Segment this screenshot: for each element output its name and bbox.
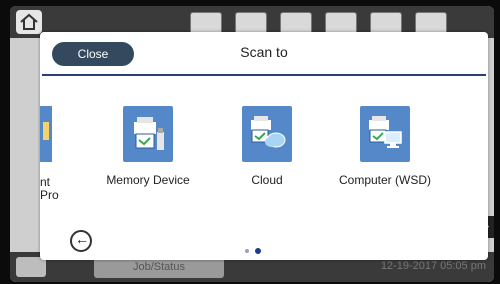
home-icon: [20, 13, 38, 30]
scan-option-cloud[interactable]: Cloud: [212, 106, 322, 187]
computer-wsd-tile[interactable]: [360, 106, 410, 162]
back-button[interactable]: ←: [70, 230, 92, 252]
dialog-header: Close Scan to: [40, 32, 488, 76]
pagination-dots: [245, 242, 267, 260]
datetime-label: 12-19-2017 05:05 pm: [380, 260, 486, 272]
back-arrow-icon: ←: [75, 231, 89, 247]
page-dot-2[interactable]: [255, 247, 261, 254]
phone-icon[interactable]: [16, 257, 46, 277]
memory-device-label: Memory Device: [106, 173, 190, 187]
printer-screen: ➜ Job/Status 12-19-2017 05:05 pm Close S…: [10, 6, 494, 282]
header-divider: [42, 74, 486, 76]
computer-icon: [369, 116, 402, 148]
memory-device-tile[interactable]: [123, 106, 173, 162]
home-button[interactable]: [16, 10, 42, 34]
cloud-tile[interactable]: [242, 106, 292, 162]
cloud-label: Cloud: [251, 173, 283, 187]
scan-option-memory-device[interactable]: Memory Device: [93, 106, 203, 187]
dialog-title: Scan to: [240, 44, 288, 60]
scan-options-row: Memory Device Cloud Computer (WSD): [40, 106, 488, 216]
computer-wsd-label: Computer (WSD): [338, 173, 431, 187]
scan-option-computer-wsd[interactable]: Computer (WSD): [330, 106, 440, 187]
cloud-icon: [251, 116, 286, 148]
memory-device-icon: [134, 117, 164, 150]
scan-to-dialog: Close Scan to nt Pro Memory Device Cloud…: [40, 32, 488, 260]
page-dot-1[interactable]: [245, 248, 249, 253]
